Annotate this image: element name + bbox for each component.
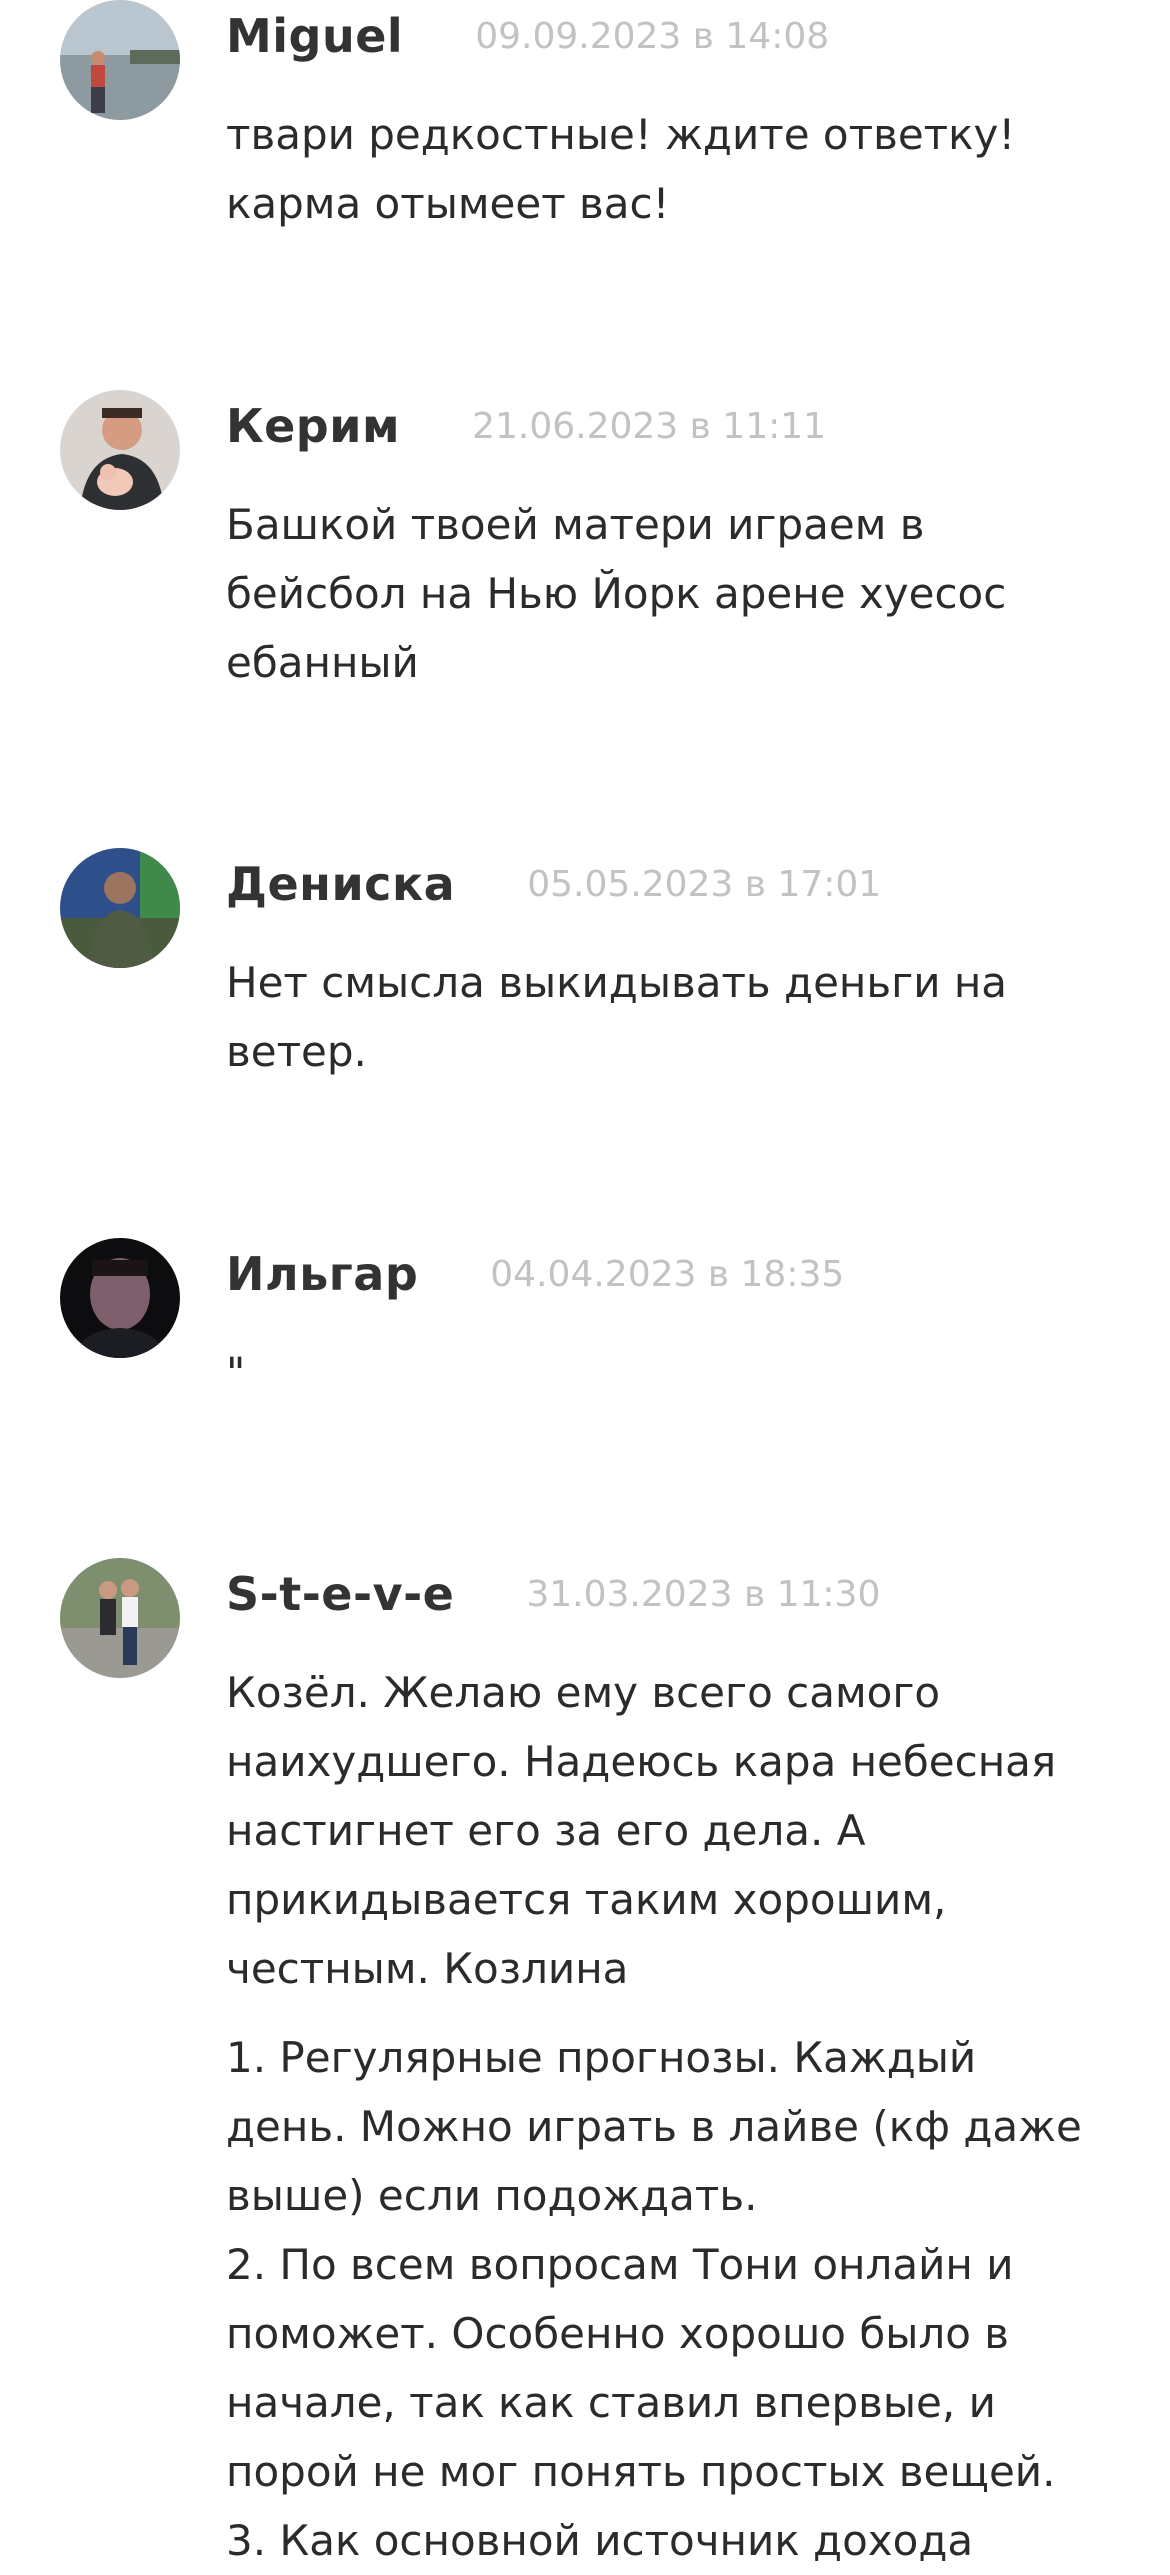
comment-date: 05.05.2023 в 17:01 [527,863,882,905]
comment-meta: S-t-e-v-e 31.03.2023 в 11:30 [226,1562,880,1626]
comment-line: начале, так как ставил впервые, и [226,2378,996,2427]
comment-meta: Дениска 05.05.2023 в 17:01 [226,852,881,916]
comment-line: 3. Как основной источник дохода [226,2516,974,2565]
avatar[interactable] [60,1238,180,1358]
avatar[interactable] [60,0,180,120]
comment-date: 31.03.2023 в 11:30 [526,1573,881,1615]
comment-line: настигнет его за его дела. А [226,1806,866,1855]
comment-date: 21.06.2023 в 11:11 [472,405,827,447]
comment-line: Нет смысла выкидывать деньги на [226,958,1008,1007]
avatar[interactable] [60,848,180,968]
comment-line: прикидывается таким хорошим, [226,1875,947,1924]
author-name[interactable]: Ильгар [226,1247,418,1301]
comment-date: 09.09.2023 в 14:08 [475,15,830,57]
comment-line: ветер. [226,1027,367,1076]
author-name[interactable]: Керим [226,399,400,453]
comment-line: порой не мог понять простых вещей. [226,2447,1056,2496]
comment-line: Башкой твоей матери играем в [226,500,925,549]
comment-text: твари редкостные! ждите ответку! карма о… [226,100,1126,238]
comment-line: наихудшего. Надеюсь кара небесная [226,1737,1057,1786]
comment-line: ебанный [226,638,419,687]
avatar[interactable] [60,390,180,510]
comment-line: Козёл. Желаю ему всего самого [226,1668,941,1717]
comment-line: бейсбол на Нью Йорк арене хуесос [226,569,1007,618]
comment-text: Башкой твоей матери играем в бейсбол на … [226,490,1126,697]
comment-meta: Ильгар 04.04.2023 в 18:35 [226,1242,844,1306]
comment-line: " [226,1348,246,1397]
author-name[interactable]: S-t-e-v-e [226,1567,454,1621]
comment-line: карма отымеет вас! [226,179,670,228]
comment-line: честным. Козлина [226,1944,629,1993]
comment-text: " [226,1338,1126,1407]
comment-text: Нет смысла выкидывать деньги на ветер. [226,948,1126,1086]
comment-line: выше) если подождать. [226,2171,758,2220]
comment-meta: Керим 21.06.2023 в 11:11 [226,394,826,458]
comment-line: твари редкостные! ждите ответку! [226,110,1016,159]
comment-meta: Miguel 09.09.2023 в 14:08 [226,4,829,68]
author-name[interactable]: Miguel [226,9,403,63]
comment-line: 1. Регулярные прогнозы. Каждый [226,2033,977,2082]
comment-text: Козёл. Желаю ему всего самого наихудшего… [226,1658,1126,2575]
comment-line: поможет. Особенно хорошо было в [226,2309,1010,2358]
comment-line: 2. По всем вопросам Тони онлайн и [226,2240,1014,2289]
comment-line: день. Можно играть в лайве (кф даже [226,2102,1082,2151]
comment-date: 04.04.2023 в 18:35 [490,1253,845,1295]
author-name[interactable]: Дениска [226,857,455,911]
avatar[interactable] [60,1558,180,1678]
